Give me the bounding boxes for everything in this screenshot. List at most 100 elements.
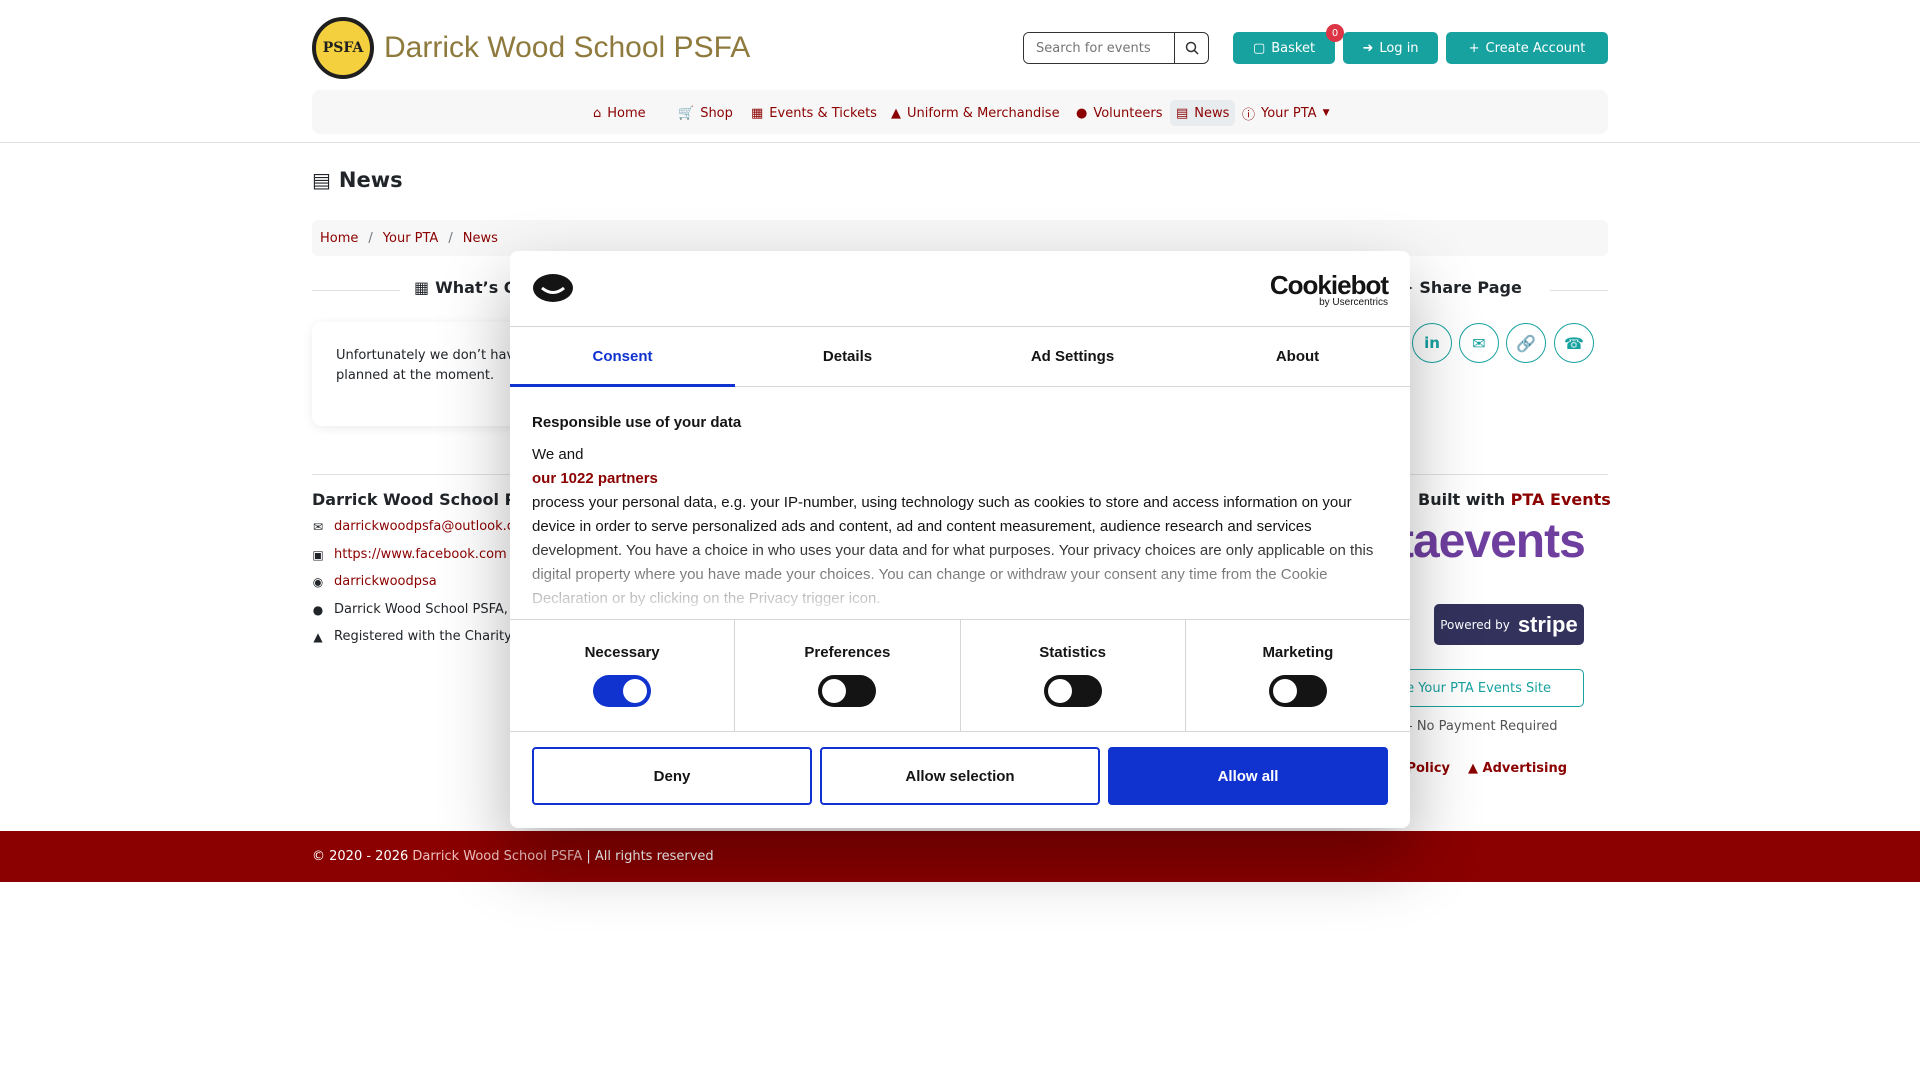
nav-item-shop[interactable]: 🛒 Shop — [672, 100, 739, 126]
envelope-icon: ✉ — [312, 519, 324, 534]
event-search — [1023, 32, 1209, 64]
breadcrumb-separator: / — [448, 230, 453, 246]
instagram-icon: ◉ — [312, 574, 324, 589]
tshirt-icon: ▲ — [891, 105, 901, 121]
tab-about[interactable]: About — [1185, 327, 1410, 386]
newspaper-icon: ▤ — [1176, 105, 1189, 121]
footer-charity: ▲ Registered with the Charity — [312, 629, 512, 644]
nav-label: Shop — [700, 105, 733, 121]
toggle-preferences: Preferences — [735, 620, 961, 731]
login-button[interactable]: ➜ Log in — [1343, 32, 1438, 64]
nav-label: News — [1194, 105, 1230, 121]
caret-down-icon: ▼ — [1322, 108, 1330, 118]
powered-by-stripe-badge[interactable]: Powered by stripe — [1434, 604, 1584, 645]
toggle-label: Statistics — [1039, 644, 1106, 661]
necessary-switch[interactable] — [593, 675, 652, 707]
share-rule — [1550, 290, 1608, 291]
search-button[interactable] — [1174, 33, 1208, 63]
pta-events-logo[interactable]: taevents — [1398, 514, 1586, 569]
copyright-bar: © 2020 - 2026 Darrick Wood School PSFA |… — [0, 831, 1920, 882]
footer-address: ● Darrick Wood School PSFA, L — [312, 602, 520, 617]
breadcrumb-separator: / — [368, 230, 373, 246]
footer-email-link[interactable]: darrickwoodpsfa@outlook.com — [334, 519, 535, 534]
advertising-link[interactable]: ▲ Advertising — [1468, 761, 1567, 776]
text-fade-overlay — [510, 539, 1410, 619]
whats-on-rule — [312, 290, 400, 291]
allow-all-button[interactable]: Allow all — [1108, 747, 1388, 805]
partners-link[interactable]: our 1022 partners — [532, 467, 1388, 491]
site-name: Darrick Wood School PSFA — [384, 31, 751, 64]
statistics-switch[interactable] — [1043, 675, 1102, 707]
nav-item-volunteers[interactable]: ● Volunteers — [1070, 100, 1168, 126]
share-whatsapp-button[interactable]: ☎ — [1554, 323, 1594, 363]
search-icon — [1185, 41, 1199, 55]
built-with-prefix: Built with — [1418, 490, 1506, 509]
envelope-icon: ✉ — [1472, 333, 1486, 353]
site-logo[interactable]: PSFA Darrick Wood School PSFA — [312, 16, 750, 80]
linkedin-icon: in — [1424, 334, 1440, 352]
create-account-button[interactable]: + Create Account — [1446, 32, 1608, 64]
consent-intro: We and — [532, 446, 584, 463]
toggle-marketing: Marketing — [1186, 620, 1410, 731]
tab-details[interactable]: Details — [735, 327, 960, 386]
share-copy-link-button[interactable]: 🔗 — [1506, 323, 1546, 363]
nav-label: Volunteers — [1093, 105, 1163, 121]
cookie-category-toggles: Necessary Preferences Statistics Marketi… — [510, 619, 1410, 732]
basket-button[interactable]: ▢ Basket — [1233, 32, 1335, 64]
toggle-statistics: Statistics — [961, 620, 1186, 731]
footer-address-text: Darrick Wood School PSFA, L — [334, 602, 520, 617]
calendar-icon: ▦ — [751, 105, 764, 121]
nav-item-your-pta[interactable]: ⓘ Your PTA ▼ — [1236, 100, 1336, 126]
consent-heading: Responsible use of your data — [532, 414, 742, 431]
cookie-dialog-header: Cookiebot by Usercentrics — [510, 251, 1410, 327]
share-heading: ➤ Share Page — [1400, 278, 1522, 297]
nav-item-home[interactable]: ⌂ Home — [587, 100, 652, 126]
cookie-dialog-actions: Deny Allow selection Allow all — [510, 732, 1410, 820]
psfa-logo-icon: PSFA — [312, 17, 374, 79]
copyright-org-link[interactable]: Darrick Wood School PSFA — [412, 849, 582, 864]
consent-text-scroll[interactable]: Responsible use of your data We and our … — [510, 387, 1410, 619]
tab-consent[interactable]: Consent — [510, 327, 735, 386]
marketing-switch[interactable] — [1268, 675, 1327, 707]
footer-facebook-link[interactable]: https://www.facebook.com — [334, 547, 507, 562]
nav-item-uniform[interactable]: ▲ Uniform & Merchandise — [885, 100, 1066, 126]
nav-item-events[interactable]: ▦ Events & Tickets — [745, 100, 883, 126]
nav-item-news[interactable]: ▤ News — [1170, 100, 1236, 126]
map-marker-icon: ● — [312, 602, 324, 617]
share-email-button[interactable]: ✉ — [1459, 323, 1499, 363]
footer-charity-text: Registered with the Charity — [334, 629, 512, 644]
header-divider — [0, 142, 1920, 143]
logo-text: PSFA — [322, 40, 364, 56]
calendar-icon: ▦ — [414, 278, 430, 297]
allow-selection-button[interactable]: Allow selection — [820, 747, 1100, 805]
breadcrumb-home[interactable]: Home — [320, 231, 358, 246]
search-input[interactable] — [1024, 33, 1174, 63]
breadcrumb-your-pta[interactable]: Your PTA — [383, 231, 439, 246]
nav-label: Uniform & Merchandise — [907, 105, 1060, 121]
footer-facebook: ▣ https://www.facebook.com — [312, 547, 507, 562]
deny-button[interactable]: Deny — [532, 747, 812, 805]
tab-ad-settings[interactable]: Ad Settings — [960, 327, 1185, 386]
footer-instagram-link[interactable]: darrickwoodpsa — [334, 574, 437, 589]
toggle-label: Preferences — [804, 644, 891, 661]
nav-label: Home — [607, 105, 646, 121]
user-plus-icon: + — [1468, 40, 1480, 56]
setup-note: tes - No Payment Required — [1384, 719, 1558, 734]
create-account-label: Create Account — [1485, 40, 1586, 56]
info-icon: ⓘ — [1242, 107, 1256, 123]
pta-events-link[interactable]: PTA Events — [1511, 490, 1611, 509]
cart-icon: 🛒 — [678, 105, 695, 121]
thumbs-up-icon: ▲ — [313, 629, 323, 644]
basket-icon: ▢ — [1252, 40, 1266, 56]
breadcrumb-news[interactable]: News — [463, 231, 498, 246]
built-with: Built with PTA Events — [1418, 490, 1611, 509]
stripe-prefix: Powered by — [1440, 617, 1510, 632]
cookiebot-name: Cookiebot — [1269, 270, 1389, 300]
stripe-logo: stripe — [1517, 611, 1578, 637]
advertising-label: Advertising — [1482, 761, 1568, 776]
share-linkedin-button[interactable]: in — [1412, 323, 1452, 363]
preferences-switch[interactable] — [818, 675, 877, 707]
bullhorn-icon: ▲ — [1468, 761, 1478, 776]
newspaper-icon: ▤ — [312, 168, 331, 192]
toggle-necessary: Necessary — [510, 620, 736, 731]
